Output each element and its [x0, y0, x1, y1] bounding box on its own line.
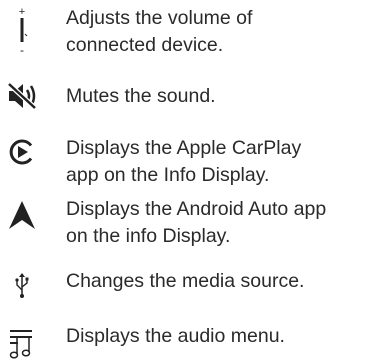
apple-carplay-icon: [0, 138, 44, 166]
volume-knob-icon: + -: [0, 6, 44, 56]
mute-icon: [0, 82, 44, 110]
legend-text-line: Displays the audio menu.: [66, 325, 285, 347]
android-auto-icon: [0, 200, 44, 230]
svg-text:-: -: [20, 43, 24, 56]
legend-text-line: Displays the Apple CarPlay: [66, 137, 302, 159]
legend-text-line: connected device.: [66, 34, 224, 56]
svg-text:+: +: [19, 6, 25, 18]
legend-text-line: on the info Display.: [66, 225, 231, 247]
legend-text-line: Displays the Android Auto app: [66, 198, 327, 220]
audio-menu-icon: [0, 328, 44, 360]
legend-text-line: app on the Info Display.: [66, 164, 270, 186]
legend-text-line: Changes the media source.: [66, 270, 305, 292]
legend-text-line: Adjusts the volume of: [66, 7, 253, 29]
usb-icon: [0, 272, 44, 298]
legend-text-line: Mutes the sound.: [66, 85, 216, 107]
